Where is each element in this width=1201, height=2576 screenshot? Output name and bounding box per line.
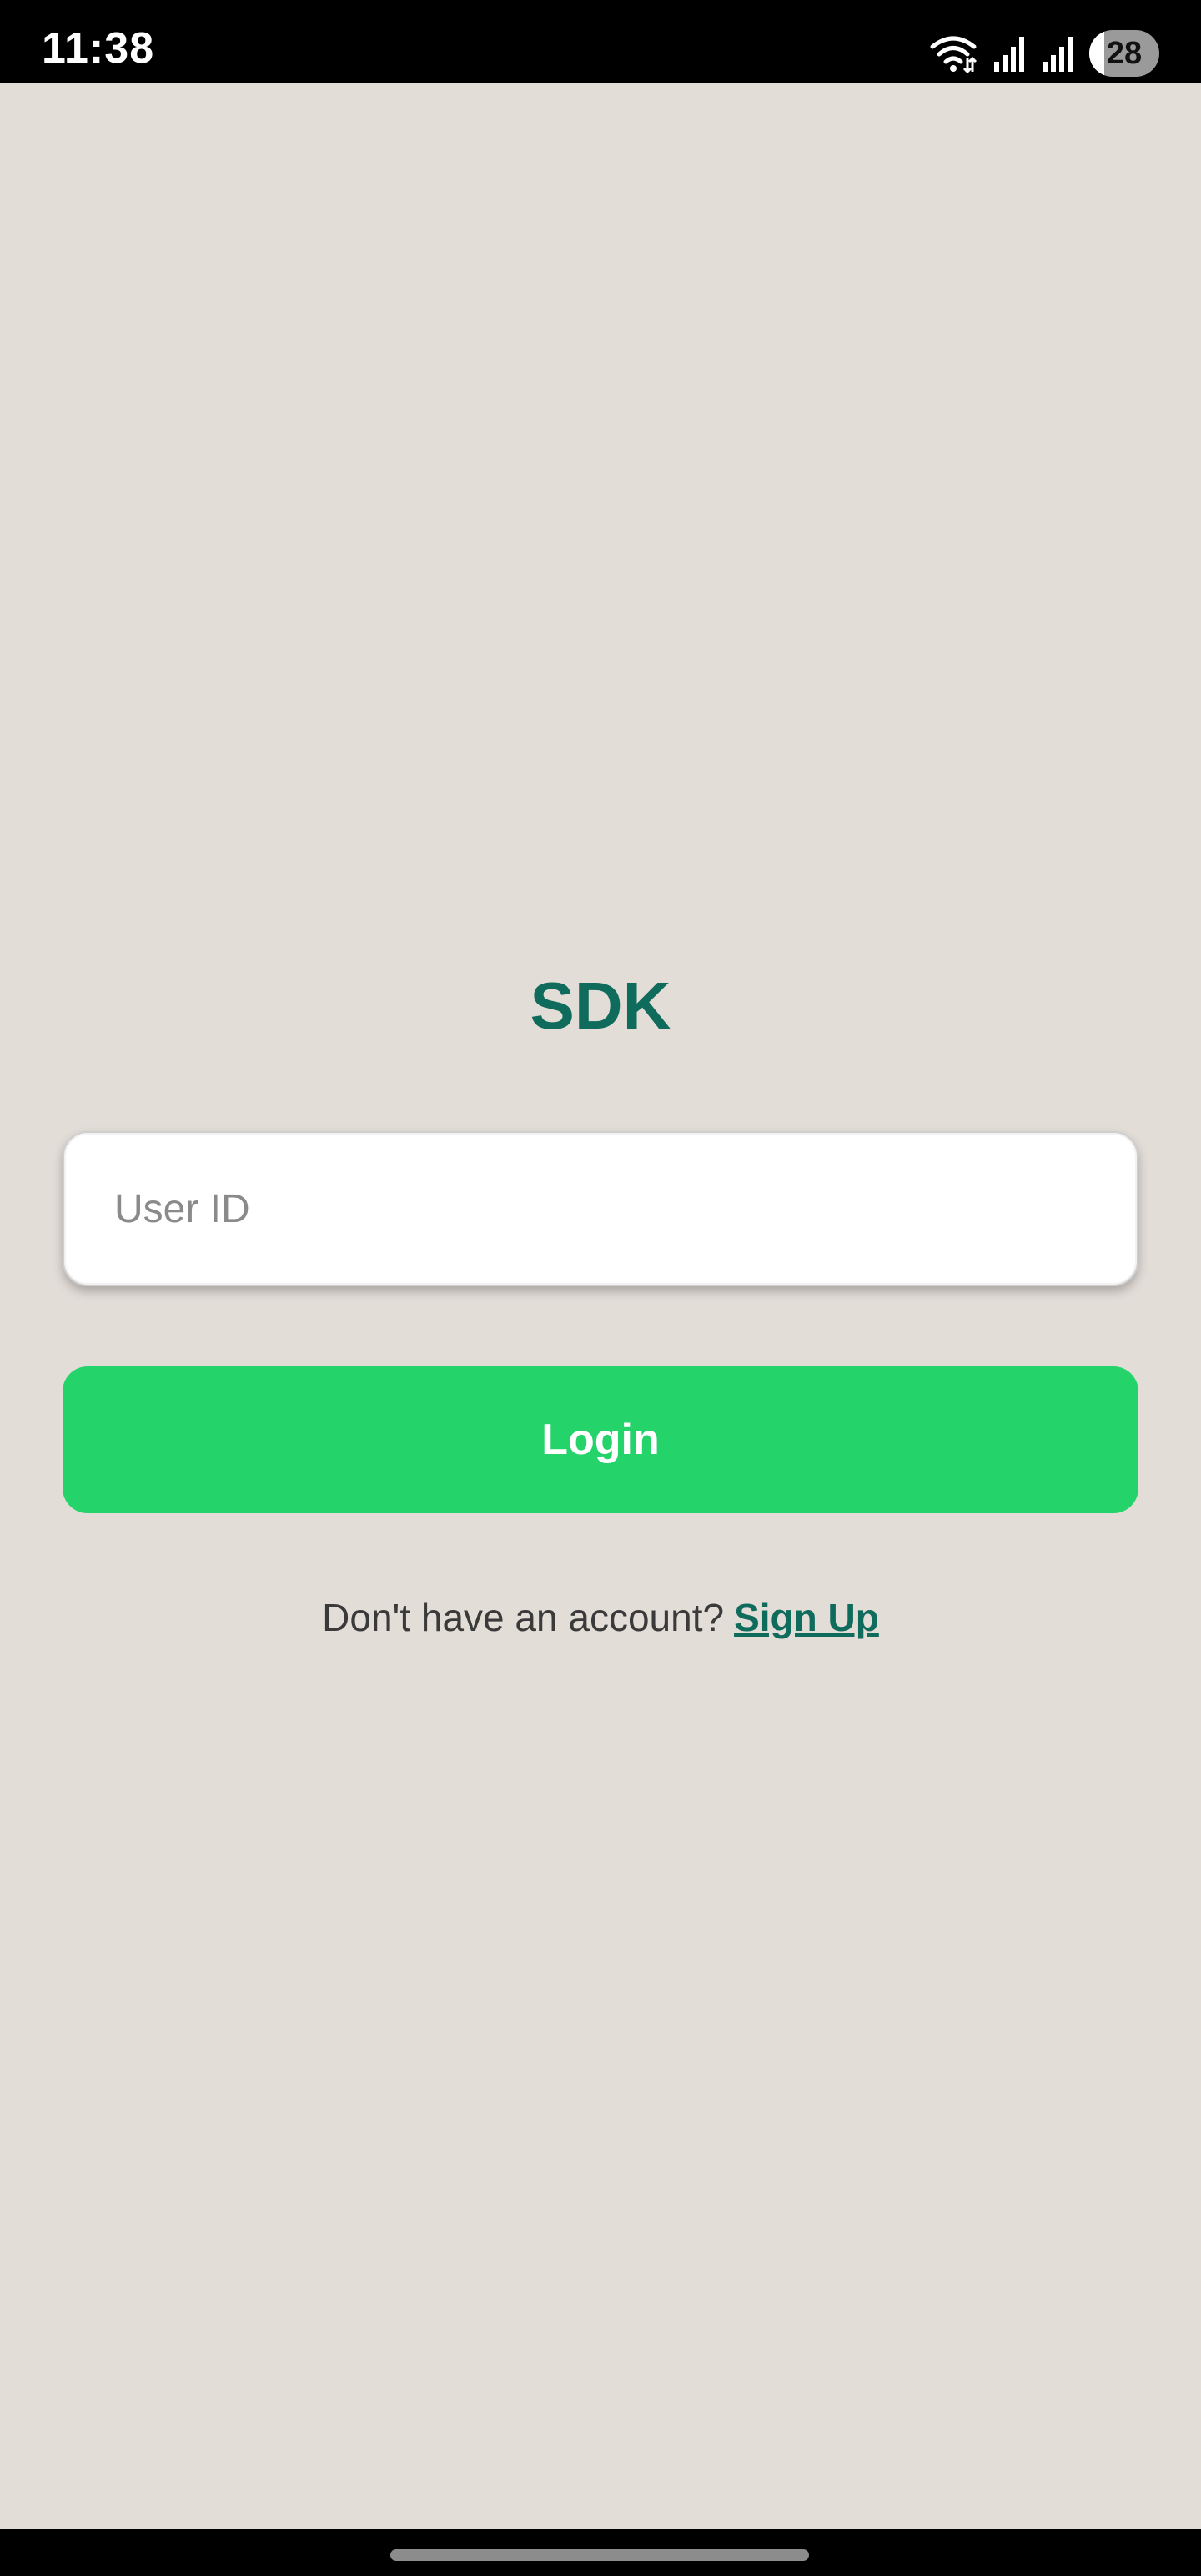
signal-icon bbox=[992, 35, 1026, 72]
home-indicator[interactable] bbox=[390, 2549, 809, 2561]
wifi-icon bbox=[929, 33, 977, 73]
signup-prompt: Don't have an account? bbox=[322, 1596, 725, 1639]
app-title: SDK bbox=[530, 969, 671, 1043]
signup-row: Don't have an account? Sign Up bbox=[0, 1595, 1201, 1640]
signup-link[interactable]: Sign Up bbox=[734, 1596, 879, 1639]
battery-fill bbox=[1089, 30, 1105, 77]
status-time: 11:38 bbox=[42, 24, 155, 73]
user-id-input[interactable] bbox=[64, 1133, 1137, 1285]
user-id-field-container bbox=[63, 1131, 1138, 1286]
battery-icon: 28 bbox=[1089, 30, 1159, 77]
battery-level: 28 bbox=[1106, 35, 1143, 71]
signal-icon bbox=[1041, 35, 1074, 72]
status-icons: 28 bbox=[929, 28, 1159, 78]
login-button[interactable]: Login bbox=[63, 1366, 1138, 1513]
status-bar: 11:38 28 bbox=[0, 0, 1201, 83]
